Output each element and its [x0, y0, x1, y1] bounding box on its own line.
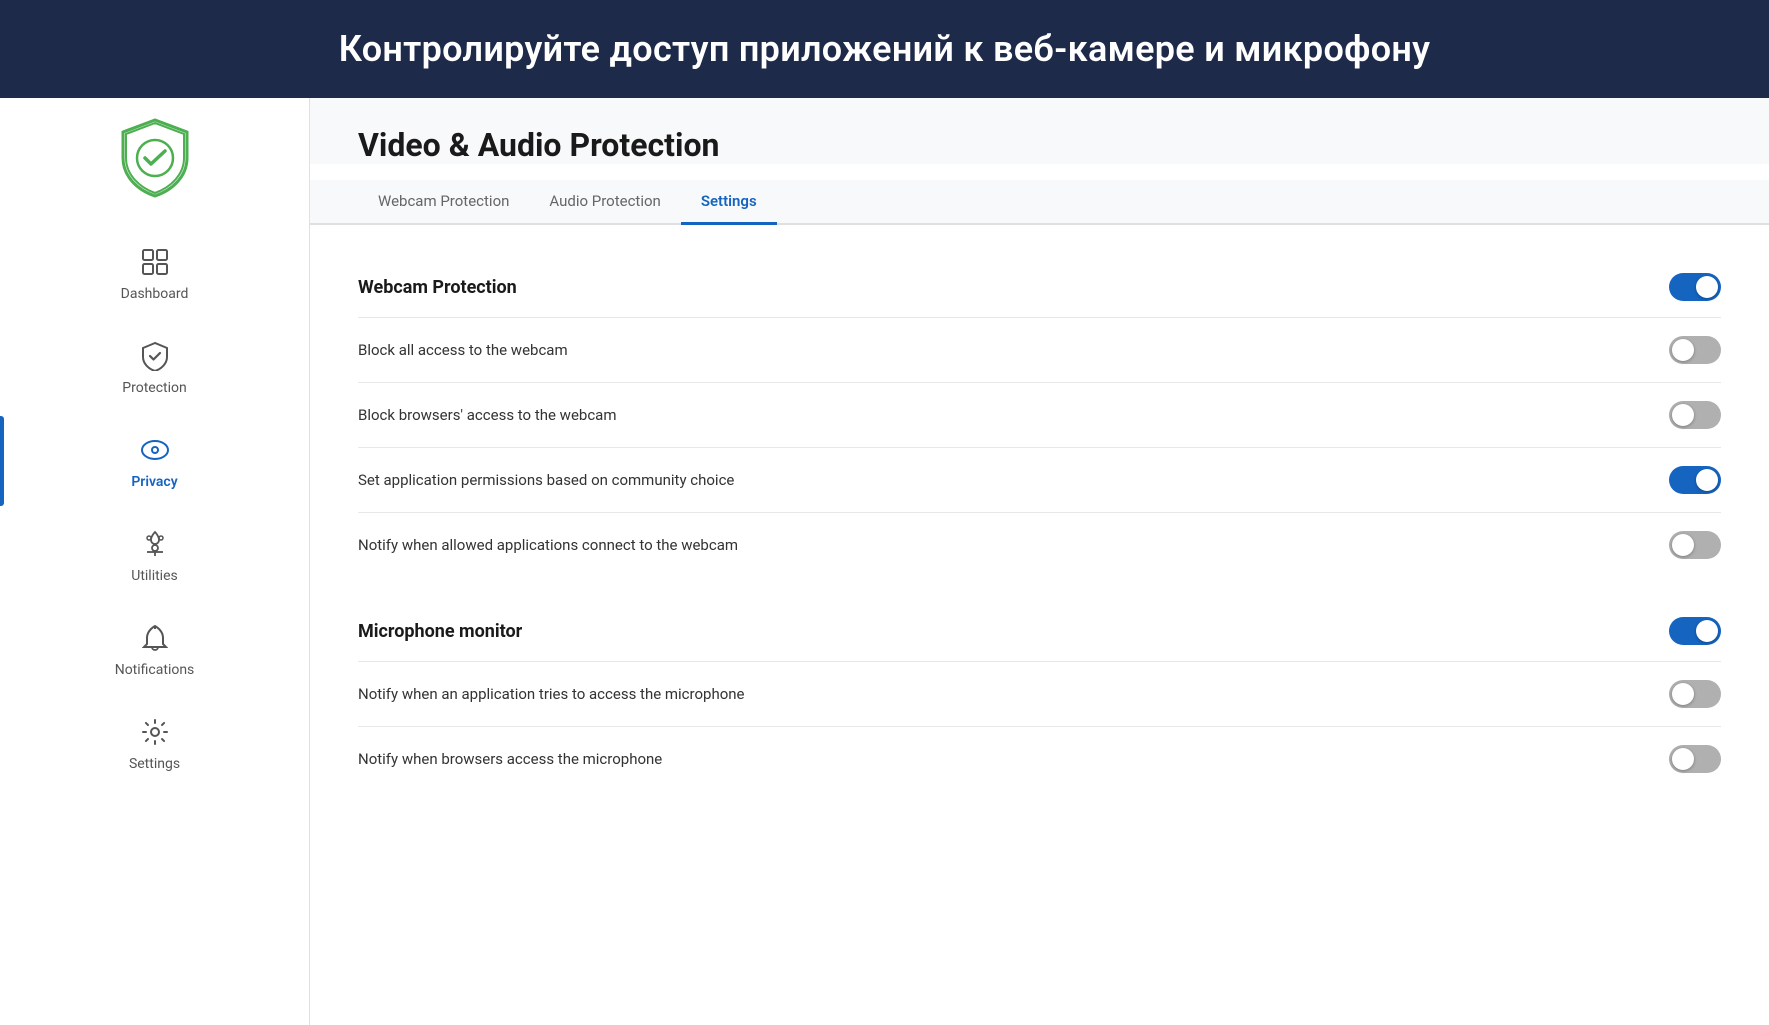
community-choice-label: Set application permissions based on com…: [358, 471, 734, 489]
block-all-webcam-label: Block all access to the webcam: [358, 341, 568, 359]
sidebar-item-protection[interactable]: Protection: [0, 322, 309, 412]
tab-settings[interactable]: Settings: [681, 180, 777, 225]
setting-row-notify-browsers-mic: Notify when browsers access the micropho…: [358, 726, 1721, 791]
setting-row-notify-app-mic: Notify when an application tries to acce…: [358, 661, 1721, 726]
sidebar-item-privacy[interactable]: Privacy: [0, 416, 309, 506]
kaspersky-logo: [119, 118, 191, 198]
page-header: Video & Audio Protection: [310, 98, 1769, 164]
notify-app-mic-toggle[interactable]: [1669, 680, 1721, 708]
webcam-protection-toggle[interactable]: [1669, 273, 1721, 301]
notify-browsers-mic-label: Notify when browsers access the micropho…: [358, 750, 662, 768]
app-container: Контролируйте доступ приложений к веб-ка…: [0, 0, 1769, 1025]
settings-icon: [137, 714, 173, 750]
setting-row-community-choice: Set application permissions based on com…: [358, 447, 1721, 512]
dashboard-label: Dashboard: [121, 286, 189, 302]
sidebar: Dashboard Protection: [0, 98, 310, 1025]
notify-allowed-webcam-label: Notify when allowed applications connect…: [358, 536, 738, 554]
sidebar-item-settings[interactable]: Settings: [0, 698, 309, 788]
notify-allowed-webcam-toggle[interactable]: [1669, 531, 1721, 559]
tabs-bar: Webcam Protection Audio Protection Setti…: [310, 180, 1769, 225]
sidebar-item-dashboard[interactable]: Dashboard: [0, 228, 309, 318]
notifications-label: Notifications: [115, 662, 195, 678]
banner-text: Контролируйте доступ приложений к веб-ка…: [339, 28, 1431, 70]
utilities-label: Utilities: [131, 568, 178, 584]
banner: Контролируйте доступ приложений к веб-ка…: [0, 0, 1769, 98]
sidebar-nav: Dashboard Protection: [0, 228, 309, 788]
section-divider: [358, 577, 1721, 601]
main-layout: Dashboard Protection: [0, 98, 1769, 1025]
setting-row-notify-allowed-webcam: Notify when allowed applications connect…: [358, 512, 1721, 577]
protection-icon: [137, 338, 173, 374]
utilities-icon: [137, 526, 173, 562]
content-area: Video & Audio Protection Webcam Protecti…: [310, 98, 1769, 1025]
notify-app-mic-label: Notify when an application tries to acce…: [358, 685, 745, 703]
settings-content: Webcam Protection Block all access to th…: [310, 225, 1769, 823]
content-inner: Video & Audio Protection Webcam Protecti…: [310, 98, 1769, 1025]
tab-audio-protection[interactable]: Audio Protection: [529, 180, 680, 225]
dashboard-icon: [137, 244, 173, 280]
microphone-section-header: Microphone monitor: [358, 601, 1721, 661]
sidebar-item-notifications[interactable]: Notifications: [0, 604, 309, 694]
sidebar-item-utilities[interactable]: Utilities: [0, 510, 309, 600]
block-browsers-webcam-label: Block browsers' access to the webcam: [358, 406, 617, 424]
page-title: Video & Audio Protection: [358, 126, 1721, 164]
logo-area: [119, 118, 191, 198]
protection-label: Protection: [122, 380, 186, 396]
settings-nav-label: Settings: [129, 756, 180, 772]
setting-row-block-browsers-webcam: Block browsers' access to the webcam: [358, 382, 1721, 447]
block-all-webcam-toggle[interactable]: [1669, 336, 1721, 364]
privacy-label: Privacy: [131, 474, 177, 490]
webcam-section-header: Webcam Protection: [358, 257, 1721, 317]
community-choice-toggle[interactable]: [1669, 466, 1721, 494]
privacy-icon: [137, 432, 173, 468]
setting-row-block-all-webcam: Block all access to the webcam: [358, 317, 1721, 382]
notifications-icon: [137, 620, 173, 656]
microphone-monitor-toggle[interactable]: [1669, 617, 1721, 645]
microphone-section-title: Microphone monitor: [358, 621, 522, 642]
notify-browsers-mic-toggle[interactable]: [1669, 745, 1721, 773]
block-browsers-webcam-toggle[interactable]: [1669, 401, 1721, 429]
webcam-section-title: Webcam Protection: [358, 277, 517, 298]
tab-webcam-protection[interactable]: Webcam Protection: [358, 180, 529, 225]
